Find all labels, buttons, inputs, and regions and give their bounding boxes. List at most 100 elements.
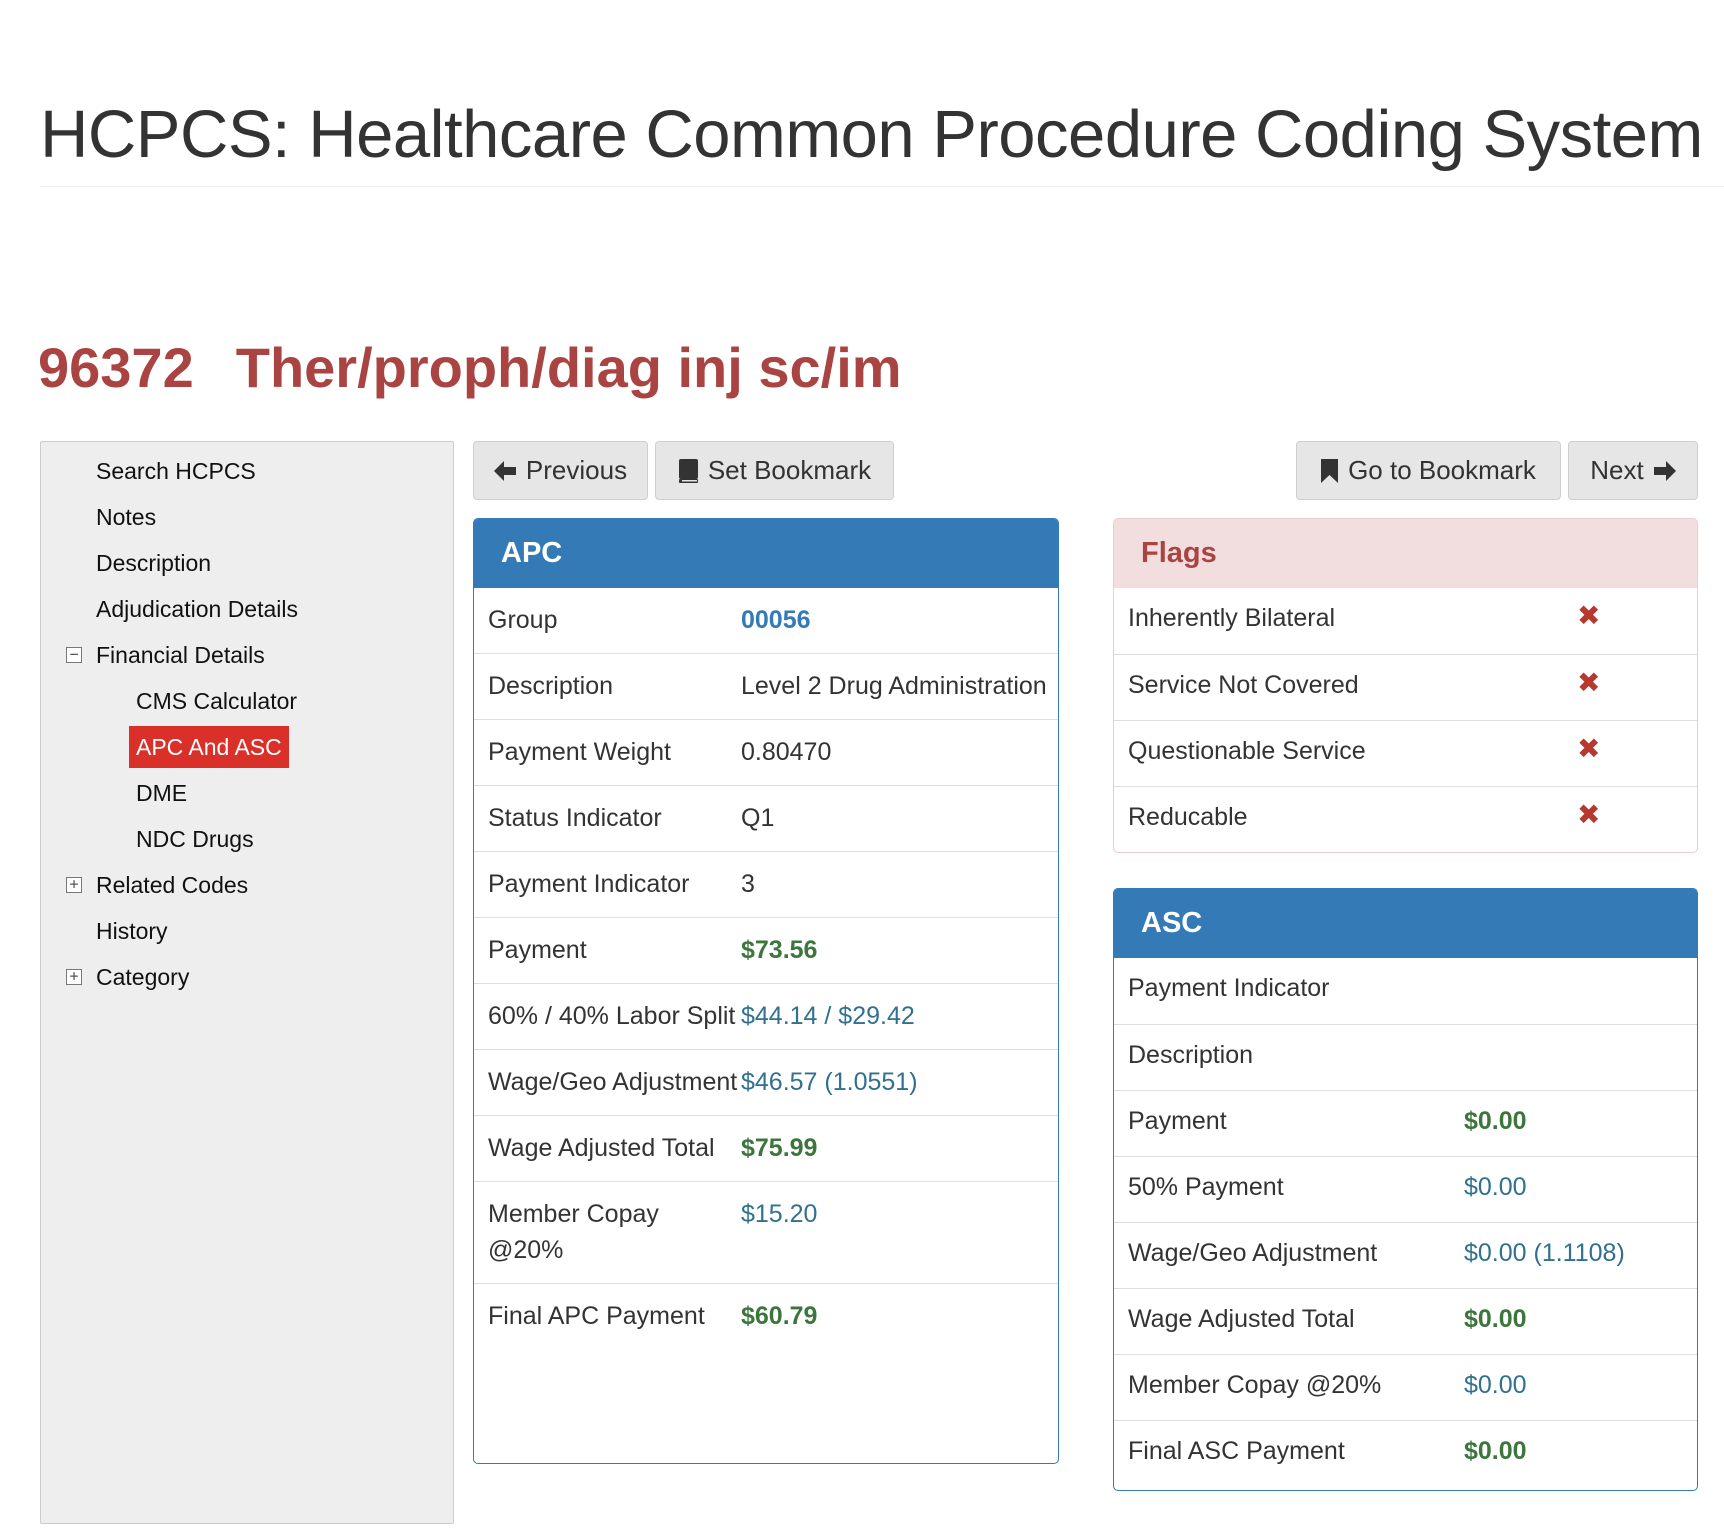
asc-row-label: Description — [1114, 1023, 1464, 1090]
asc-row-value: $0.00 — [1464, 1419, 1697, 1486]
expand-icon[interactable]: + — [66, 877, 82, 893]
asc-table: Payment Indicator Description Payment $0.00… — [1114, 958, 1697, 1486]
sidebar-item-label: Description — [96, 550, 212, 576]
code-number: 96372 — [38, 336, 194, 399]
asc-panel: ASC Payment Indicator Description Payment $… — [1113, 888, 1698, 1491]
apc-row-value: Q1 — [741, 785, 1058, 852]
asc-row-value: $0.00 — [1464, 1089, 1697, 1156]
apc-row: Payment Weight 0.80470 — [474, 719, 1058, 786]
asc-panel-title: ASC — [1114, 889, 1697, 958]
apc-table: Group 00056 Description Level 2 Drug Admini… — [474, 588, 1058, 1349]
apc-row: Description Level 2 Drug Administration — [474, 653, 1058, 720]
apc-row-value: Level 2 Drug Administration — [741, 653, 1058, 720]
asc-row-value: $0.00 — [1464, 1353, 1697, 1420]
sidebar-item-label: Notes — [96, 504, 157, 530]
x-mark-icon: ✖ — [1577, 785, 1697, 852]
sidebar-item-related-codes[interactable]: + Related Codes — [41, 862, 453, 908]
arrow-right-icon — [1653, 460, 1676, 481]
apc-panel: APC Group 00056 Description Level 2 Drug Ad… — [473, 518, 1059, 1464]
apc-row: Final APC Payment $60.79 — [474, 1283, 1058, 1349]
apc-row: Payment $73.56 — [474, 917, 1058, 984]
apc-row-label: Member Copay @20% — [474, 1181, 741, 1284]
next-button[interactable]: Next — [1568, 441, 1698, 500]
flag-label: Reducable — [1114, 785, 1577, 852]
sidebar-item-category[interactable]: + Category — [41, 954, 453, 1000]
sidebar-item-notes[interactable]: Notes — [41, 494, 453, 540]
book-icon — [678, 458, 698, 483]
asc-row-label: Payment — [1114, 1089, 1464, 1156]
apc-panel-title: APC — [474, 519, 1058, 588]
sidebar-item-label: Financial Details — [96, 642, 265, 668]
previous-label: Previous — [525, 455, 628, 485]
apc-row-value: $44.14 / $29.42 — [741, 983, 1058, 1050]
x-mark-icon: ✖ — [1577, 600, 1601, 631]
apc-row-label: Payment — [474, 917, 741, 984]
bookmark-icon — [1321, 458, 1339, 483]
asc-row-label: Wage/Geo Adjustment — [1114, 1221, 1464, 1288]
set-bookmark-label: Set Bookmark — [707, 455, 872, 485]
asc-row-value: $0.00 (1.1108) — [1464, 1221, 1697, 1288]
sidebar-item-label: DME — [136, 780, 188, 806]
sidebar-item-description[interactable]: Description — [41, 540, 453, 586]
apc-row-label: Final APC Payment — [474, 1283, 741, 1349]
apc-row: Wage/Geo Adjustment $46.57 (1.0551) — [474, 1049, 1058, 1116]
set-bookmark-button[interactable]: Set Bookmark — [655, 441, 894, 500]
apc-row-label: Status Indicator — [474, 785, 741, 852]
asc-row-label: Member Copay @20% — [1114, 1353, 1464, 1420]
apc-row-value: $73.56 — [741, 917, 1058, 984]
go-to-bookmark-button[interactable]: Go to Bookmark — [1296, 441, 1561, 500]
sidebar-item-label: APC And ASC — [129, 726, 289, 768]
flag-label: Inherently Bilateral — [1128, 604, 1336, 632]
asc-row: Description — [1114, 1023, 1697, 1090]
apc-row: Wage Adjusted Total $75.99 — [474, 1115, 1058, 1182]
asc-row: Member Copay @20% $0.00 — [1114, 1353, 1697, 1420]
asc-row: Payment Indicator — [1114, 958, 1697, 1024]
collapse-icon[interactable]: − — [66, 647, 82, 663]
asc-row-value — [1464, 958, 1697, 1024]
apc-row: Status Indicator Q1 — [474, 785, 1058, 852]
asc-row-value: $0.00 — [1464, 1155, 1697, 1222]
sidebar-item-cms-calculator[interactable]: CMS Calculator — [41, 678, 453, 724]
apc-row: 60% / 40% Labor Split $44.14 / $29.42 — [474, 983, 1058, 1050]
sidebar-item-financial-details[interactable]: − Financial Details — [41, 632, 453, 678]
sidebar-item-label: CMS Calculator — [136, 688, 298, 714]
flag-row: Reducable ✖ — [1114, 785, 1697, 852]
asc-row-label: 50% Payment — [1114, 1155, 1464, 1222]
flag-row: Inherently Bilateral ✖ — [1114, 588, 1697, 654]
asc-row: Payment $0.00 — [1114, 1089, 1697, 1156]
sidebar-item-ndc-drugs[interactable]: NDC Drugs — [41, 816, 453, 862]
x-mark-icon: ✖ — [1577, 653, 1697, 720]
apc-row-value: 0.80470 — [741, 719, 1058, 786]
sidebar-item-label: Related Codes — [96, 872, 249, 898]
flags-panel: Flags Inherently Bilateral ✖ Service Not C… — [1113, 518, 1698, 853]
sidebar-item-search-hcpcs[interactable]: Search HCPCS — [41, 448, 453, 494]
sidebar-item-dme[interactable]: DME — [41, 770, 453, 816]
apc-row-label: Wage/Geo Adjustment — [474, 1049, 741, 1116]
tree-list: Search HCPCS Notes Description Adjudication… — [41, 442, 453, 1000]
arrow-left-icon — [493, 460, 516, 481]
x-mark-icon: ✖ — [1577, 719, 1697, 786]
sidebar-item-label: History — [96, 918, 168, 944]
asc-row: Wage/Geo Adjustment $0.00 (1.1108) — [1114, 1221, 1697, 1288]
flags-panel-title: Flags — [1114, 519, 1697, 588]
apc-row: Member Copay @20% $15.20 — [474, 1181, 1058, 1284]
go-to-bookmark-label: Go to Bookmark — [1348, 455, 1536, 485]
asc-row-label: Payment Indicator — [1128, 974, 1330, 1002]
apc-row-value[interactable]: 00056 — [741, 588, 1058, 654]
asc-row: Wage Adjusted Total $0.00 — [1114, 1287, 1697, 1354]
flag-label: Service Not Covered — [1114, 653, 1577, 720]
sidebar-item-adjudication-details[interactable]: Adjudication Details — [41, 586, 453, 632]
sidebar-item-label: Adjudication Details — [96, 596, 299, 622]
asc-row-label: Final ASC Payment — [1114, 1419, 1464, 1486]
page-title: HCPCS: Healthcare Common Procedure Codin… — [40, 97, 1703, 172]
previous-button[interactable]: Previous — [473, 441, 648, 500]
apc-row-label: Payment Weight — [474, 719, 741, 786]
expand-icon[interactable]: + — [66, 969, 82, 985]
apc-row-label: Group — [488, 606, 558, 634]
sidebar-item-apc-and-asc[interactable]: APC And ASC — [41, 724, 453, 770]
sidebar-item-history[interactable]: History — [41, 908, 453, 954]
next-label: Next — [1590, 455, 1644, 485]
sidebar-item-label: NDC Drugs — [136, 826, 254, 852]
flag-row: Questionable Service ✖ — [1114, 719, 1697, 786]
page-header: HCPCS: Healthcare Common Procedure Codin… — [40, 100, 1724, 187]
